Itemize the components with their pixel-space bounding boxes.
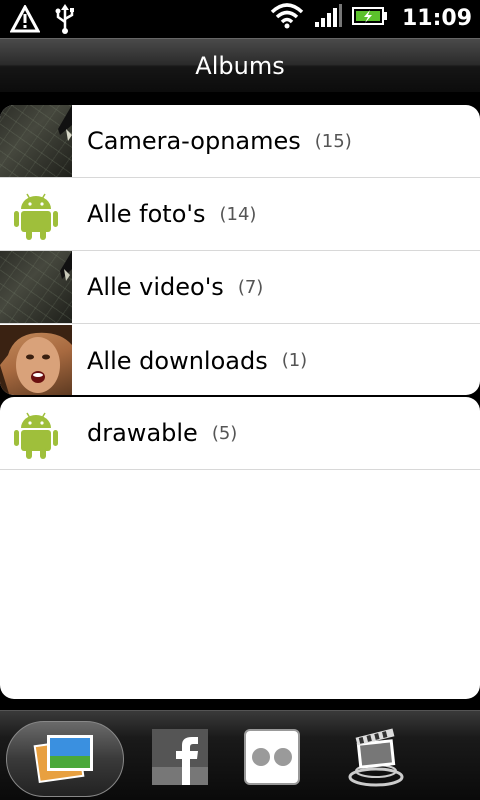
battery-icon — [351, 5, 388, 31]
album-thumbnail — [0, 178, 72, 250]
bottom-tab-bar — [0, 710, 480, 800]
album-label: Alle foto's — [87, 200, 206, 228]
album-label: Alle downloads — [87, 346, 268, 375]
album-label: drawable — [87, 419, 198, 447]
tab-video[interactable] — [326, 721, 426, 797]
album-label: Camera-opnames — [87, 127, 301, 155]
albums-icon — [33, 729, 97, 789]
tab-facebook[interactable] — [130, 721, 230, 797]
signal-icon — [314, 4, 342, 32]
albums-group-other: drawable (5) — [0, 397, 480, 699]
tab-albums[interactable] — [6, 721, 124, 797]
status-clock: 11:09 — [401, 5, 472, 31]
album-row-photos[interactable]: Alle foto's (14) — [0, 178, 480, 251]
album-label: Alle video's — [87, 273, 224, 301]
album-row-drawable[interactable]: drawable (5) — [0, 397, 480, 470]
facebook-icon — [152, 729, 208, 789]
album-thumbnail — [0, 324, 72, 395]
album-count: (7) — [237, 276, 264, 298]
albums-list: Camera-opnames (15) Alle foto's (14) All… — [0, 92, 480, 710]
title-bar: Albums — [0, 38, 480, 92]
status-bar: 11:09 — [0, 0, 480, 38]
page-title: Albums — [195, 52, 285, 80]
flickr-icon — [244, 729, 300, 789]
album-row-downloads[interactable]: Alle downloads (1) — [0, 324, 480, 395]
album-count: (5) — [211, 422, 238, 444]
album-count: (1) — [281, 350, 308, 371]
tab-flickr[interactable] — [222, 721, 322, 797]
album-thumbnail — [0, 105, 72, 177]
warning-icon — [9, 3, 41, 37]
albums-group-main: Camera-opnames (15) Alle foto's (14) All… — [0, 105, 480, 395]
video-player-icon — [344, 727, 408, 791]
android-icon — [0, 412, 72, 469]
usb-icon — [54, 4, 76, 38]
album-thumbnail — [0, 397, 72, 469]
wifi-icon — [270, 2, 304, 34]
album-count: (14) — [219, 203, 257, 225]
album-count: (15) — [314, 130, 352, 152]
album-row-camera[interactable]: Camera-opnames (15) — [0, 105, 480, 178]
album-row-videos[interactable]: Alle video's (7) — [0, 251, 480, 324]
album-thumbnail — [0, 251, 72, 323]
android-icon — [0, 193, 72, 250]
